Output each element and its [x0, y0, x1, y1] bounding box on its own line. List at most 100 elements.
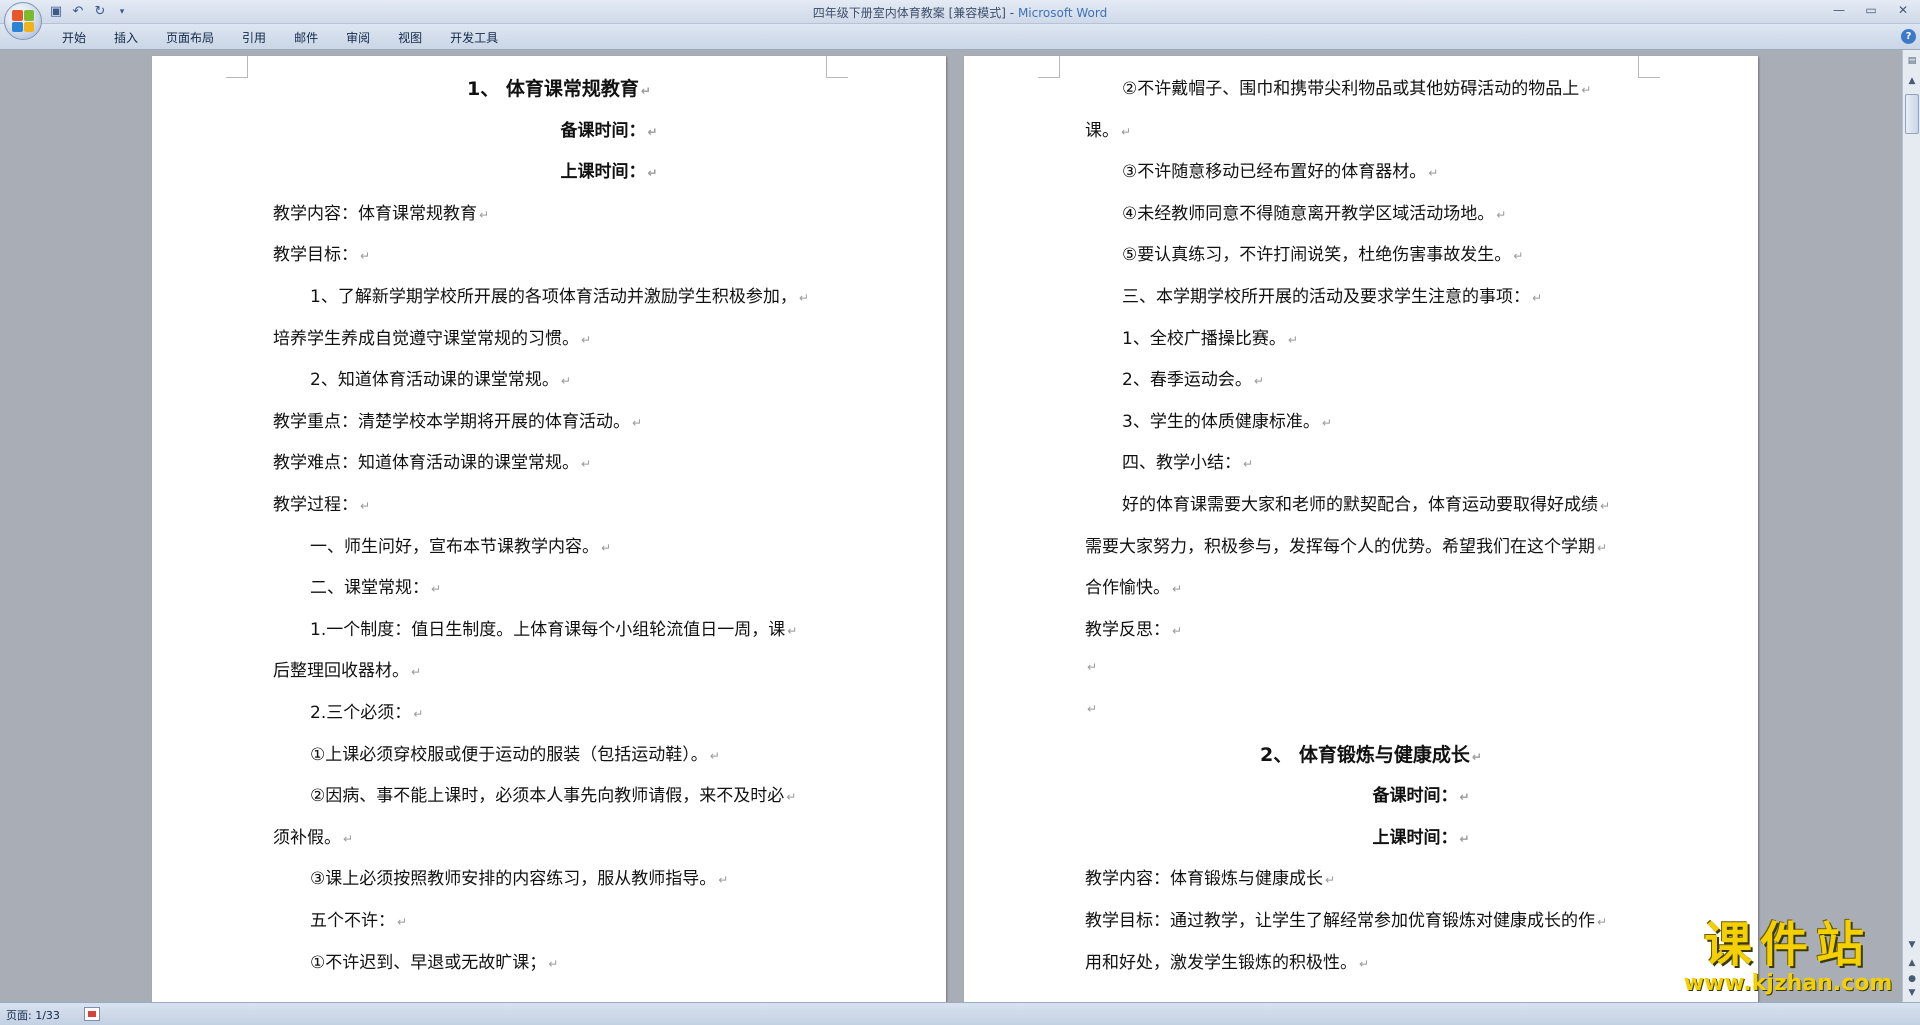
paragraph-line: 后整理回收器材。 ↵ — [273, 661, 422, 682]
paragraph-mark-icon: ↵ — [1513, 249, 1524, 264]
window-controls: — ▭ ✕ — [1828, 2, 1914, 18]
paragraph-mark-icon: ↵ — [1243, 457, 1254, 472]
watermark-logo-text: 课件站 — [1703, 917, 1872, 973]
paragraph-mark-icon: ↵ — [413, 707, 424, 721]
help-icon[interactable]: ? — [1901, 29, 1916, 44]
paragraph-line: 教学过程： ↵ — [273, 495, 371, 515]
watermark: 课件站 www.kjzhan.com — [1668, 918, 1908, 1000]
paragraph-line: 2、春季运动会。 ↵ — [1122, 370, 1264, 391]
ribbon-tabs: 开始 插入 页面布局 引用 邮件 审阅 视图 开发工具 — [48, 28, 512, 48]
paragraph-line: 培养学生养成自觉遵守课堂常规的习惯。 ↵ — [273, 328, 592, 349]
paragraph-line: ↵ — [1085, 698, 1097, 718]
paragraph-mark-icon: ↵ — [1253, 374, 1264, 389]
paragraph-mark-icon: ↵ — [1321, 415, 1332, 430]
paragraph-mark-icon: ↵ — [786, 790, 797, 805]
paragraph-mark-icon: ↵ — [709, 748, 720, 763]
paragraph-line: 教学反思： ↵ — [1085, 619, 1183, 640]
paragraph-mark-icon: ↵ — [1496, 207, 1507, 222]
paragraph-mark-icon: ↵ — [1597, 915, 1608, 929]
paragraph-line: ③课上必须按照教师安排的内容练习，服从教师指导。 ↵ — [310, 869, 729, 890]
paragraph-line: 须补假。 ↵ — [273, 827, 354, 848]
paragraph-line: 教学内容：体育锻炼与健康成长 ↵ — [1085, 869, 1336, 890]
tab-view[interactable]: 视图 — [384, 28, 436, 48]
paragraph-line: 二、课堂常规： ↵ — [310, 578, 442, 599]
paragraph-mark-icon: ↵ — [1581, 83, 1592, 97]
paragraph-mark-icon: ↵ — [581, 332, 592, 347]
paragraph-mark-icon: ↵ — [397, 915, 408, 929]
section-heading: 1、 体育课常规教育 ↵ — [467, 78, 651, 100]
section-heading: 2、 体育锻炼与健康成长 ↵ — [1260, 743, 1482, 766]
vertical-scrollbar[interactable]: ▤ ▲ ▼ ▲ ● ▼ — [1902, 50, 1920, 1002]
paragraph-line: 教学目标：通过教学，让学生了解经常参加优育锻炼对健康成长的作 ↵ — [1085, 911, 1608, 931]
paragraph-mark-icon: ↵ — [798, 291, 809, 305]
status-bar: 页面: 1/33 — [0, 1002, 1920, 1025]
paragraph-line: 1、全校广播操比赛。 ↵ — [1122, 328, 1298, 349]
paragraph-mark-icon: ↵ — [1087, 660, 1098, 675]
paragraph-line: 教学内容：体育课常规教育 ↵ — [273, 203, 490, 224]
margin-corner-mark — [1038, 56, 1060, 78]
close-button[interactable]: ✕ — [1892, 2, 1914, 18]
office-logo-icon — [12, 10, 34, 32]
paragraph-mark-icon: ↵ — [1325, 873, 1336, 888]
scrollbar-thumb[interactable] — [1905, 94, 1919, 134]
tab-mailings[interactable]: 邮件 — [280, 28, 332, 48]
margin-corner-mark — [1638, 56, 1660, 78]
paragraph-line: 3、学生的体质健康标准。 ↵ — [1122, 411, 1332, 432]
title-bar: ▣ ↶ ↻ ▾ 四年级下册室内体育教案 [兼容模式] - Microsoft W… — [0, 0, 1920, 24]
paragraph-mark-icon: ↵ — [411, 665, 422, 680]
paragraph-line: ②因病、事不能上课时，必须本人事先向教师请假，来不及时必 ↵ — [310, 786, 797, 807]
paragraph-line: 备课时间： ↵ — [1372, 786, 1470, 807]
window-title: 四年级下册室内体育教案 [兼容模式] - Microsoft Word — [0, 4, 1920, 21]
paragraph-line: 2.三个必须： ↵ — [310, 703, 424, 723]
paragraph-mark-icon: ↵ — [548, 956, 559, 971]
document-page-left[interactable]: 1、 体育课常规教育 ↵ 备课时间： ↵ 上课时间： ↵ 教学内容：体育课常规教育 ↵ 教学目标… — [152, 56, 946, 1002]
paragraph-mark-icon: ↵ — [1532, 291, 1543, 305]
tab-home[interactable]: 开始 — [48, 28, 100, 48]
paragraph-mark-icon: ↵ — [1087, 702, 1098, 716]
tab-insert[interactable]: 插入 — [100, 28, 152, 48]
paragraph-mark-icon: ↵ — [1172, 623, 1183, 638]
paragraph-mark-icon: ↵ — [1471, 749, 1482, 764]
paragraph-mark-icon: ↵ — [647, 124, 658, 139]
paragraph-mark-icon: ↵ — [1287, 332, 1298, 347]
minimize-button[interactable]: — — [1828, 2, 1850, 18]
app-name: Microsoft Word — [1017, 6, 1108, 20]
tab-page-layout[interactable]: 页面布局 — [152, 28, 228, 48]
paragraph-mark-icon: ↵ — [1459, 790, 1470, 805]
paragraph-line: 课。 ↵ — [1085, 120, 1132, 141]
paragraph-mark-icon: ↵ — [560, 374, 571, 389]
paragraph-mark-icon: ↵ — [787, 623, 798, 638]
tab-developer[interactable]: 开发工具 — [436, 28, 512, 48]
tab-references[interactable]: 引用 — [228, 28, 280, 48]
proofing-icon[interactable] — [84, 1007, 100, 1021]
document-page-right[interactable]: ②不许戴帽子、围巾和携带尖利物品或其他妨碍活动的物品上 ↵ 课。 ↵ ③不许随意移动已经… — [964, 56, 1758, 1002]
paragraph-line: ⑤要认真练习，不许打闹说笑，杜绝伤害事故发生。 ↵ — [1122, 245, 1524, 266]
paragraph-mark-icon: ↵ — [431, 582, 442, 597]
paragraph-line: 需要大家努力，积极参与，发挥每个人的优势。希望我们在这个学期 ↵ — [1085, 536, 1608, 557]
office-button[interactable] — [4, 2, 42, 40]
paragraph-mark-icon: ↵ — [1597, 540, 1608, 555]
paragraph-line: ②不许戴帽子、围巾和携带尖利物品或其他妨碍活动的物品上 ↵ — [1122, 79, 1592, 99]
paragraph-line: 五个不许： ↵ — [310, 911, 408, 931]
paragraph-mark-icon: ↵ — [343, 831, 354, 846]
paragraph-line: 备课时间： ↵ — [560, 120, 658, 141]
paragraph-line: 合作愉快。 ↵ — [1085, 578, 1183, 599]
document-area[interactable]: 1、 体育课常规教育 ↵ 备课时间： ↵ 上课时间： ↵ 教学内容：体育课常规教育 ↵ 教学目标… — [0, 50, 1902, 1002]
paragraph-mark-icon: ↵ — [479, 207, 490, 222]
scroll-up-icon[interactable]: ▲ — [1905, 74, 1919, 88]
paragraph-mark-icon: ↵ — [1428, 166, 1439, 181]
paragraph-mark-icon: ↵ — [647, 166, 658, 181]
paragraph-line: ③不许随意移动已经布置好的体育器材。 ↵ — [1122, 162, 1439, 183]
page-count[interactable]: 页面: 1/33 — [6, 1007, 60, 1023]
ruler-toggle-icon[interactable]: ▤ — [1905, 54, 1919, 68]
document-title: 四年级下册室内体育教案 [兼容模式] - — [812, 6, 1015, 20]
paragraph-mark-icon: ↵ — [1459, 831, 1470, 846]
paragraph-mark-icon: ↵ — [718, 873, 729, 888]
maximize-button[interactable]: ▭ — [1860, 2, 1882, 18]
paragraph-mark-icon: ↵ — [360, 249, 371, 264]
paragraph-line: 上课时间： ↵ — [560, 162, 658, 183]
paragraph-line: 好的体育课需要大家和老师的默契配合，体育运动要取得好成绩 ↵ — [1122, 495, 1611, 515]
paragraph-line: 教学难点：知道体育活动课的课堂常规。 ↵ — [273, 453, 592, 474]
paragraph-mark-icon: ↵ — [632, 415, 643, 430]
tab-review[interactable]: 审阅 — [332, 28, 384, 48]
